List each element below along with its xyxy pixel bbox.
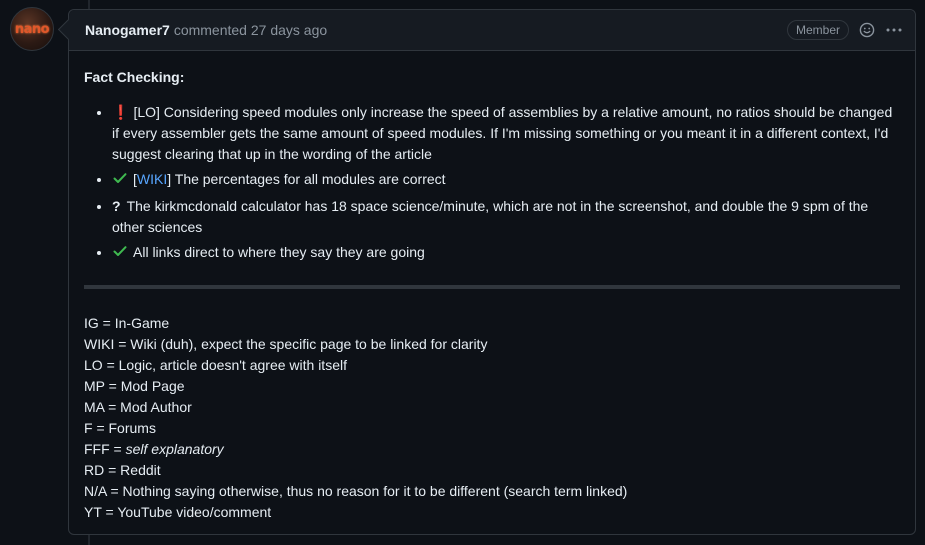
horizontal-rule xyxy=(84,285,900,289)
avatar-logo-text: nano xyxy=(14,21,50,37)
avatar[interactable]: nano xyxy=(10,7,54,51)
comment-header: Nanogamer7 commented 27 days ago Member xyxy=(69,10,915,51)
legend-prefix: FFF = xyxy=(84,441,126,457)
comment-action-verb: commented xyxy=(173,22,247,38)
legend: IG = In-Game WIKI = Wiki (duh), expect t… xyxy=(84,313,900,523)
member-badge: Member xyxy=(786,20,849,40)
legend-line: LO = Logic, article doesn't agree with i… xyxy=(84,357,347,373)
legend-line: MP = Mod Page xyxy=(84,378,185,394)
legend-line: RD = Reddit xyxy=(84,462,161,478)
comment-body: Fact Checking: ❗[LO] Considering speed m… xyxy=(69,51,915,539)
legend-line: YT = YouTube video/comment xyxy=(84,504,272,520)
smiley-icon[interactable] xyxy=(859,22,875,38)
legend-line: FFF = self explanatory xyxy=(84,439,900,460)
question-icon: ? xyxy=(112,198,121,214)
wiki-link[interactable]: WIKI xyxy=(137,171,167,187)
list-item: [WIKI] The percentages for all modules a… xyxy=(112,169,900,192)
item-text: The percentages for all modules are corr… xyxy=(171,171,446,187)
legend-italic: self explanatory xyxy=(125,441,224,457)
comment-timestamp[interactable]: 27 days ago xyxy=(251,22,327,38)
legend-line: MA = Mod Author xyxy=(84,399,192,415)
item-tag: [LO] xyxy=(133,104,160,120)
fact-check-title: Fact Checking: xyxy=(84,69,185,85)
legend-line: F = Forums xyxy=(84,420,156,436)
item-text: All links direct to where they say they … xyxy=(133,244,425,260)
legend-line: IG = In-Game xyxy=(84,315,170,331)
header-actions: Member xyxy=(786,20,903,40)
item-text: The kirkmcdonald calculator has 18 space… xyxy=(112,198,869,235)
fact-check-list: ❗[LO] Considering speed modules only inc… xyxy=(84,102,900,265)
check-icon xyxy=(112,243,128,265)
comment-action: commented 27 days ago xyxy=(174,22,327,38)
comment-author[interactable]: Nanogamer7 xyxy=(85,22,170,38)
list-item: ?The kirkmcdonald calculator has 18 spac… xyxy=(112,196,900,238)
exclamation-icon: ❗ xyxy=(112,104,130,120)
comment-box: Nanogamer7 commented 27 days ago Member … xyxy=(68,9,916,535)
check-icon xyxy=(112,170,128,192)
legend-line: N/A = Nothing saying otherwise, thus no … xyxy=(84,483,628,499)
list-item: ❗[LO] Considering speed modules only inc… xyxy=(112,102,900,165)
item-text: Considering speed modules only increase … xyxy=(112,104,893,162)
legend-line: WIKI = Wiki (duh), expect the specific p… xyxy=(84,336,488,352)
list-item: All links direct to where they say they … xyxy=(112,242,900,265)
kebab-menu-icon[interactable] xyxy=(885,22,903,38)
